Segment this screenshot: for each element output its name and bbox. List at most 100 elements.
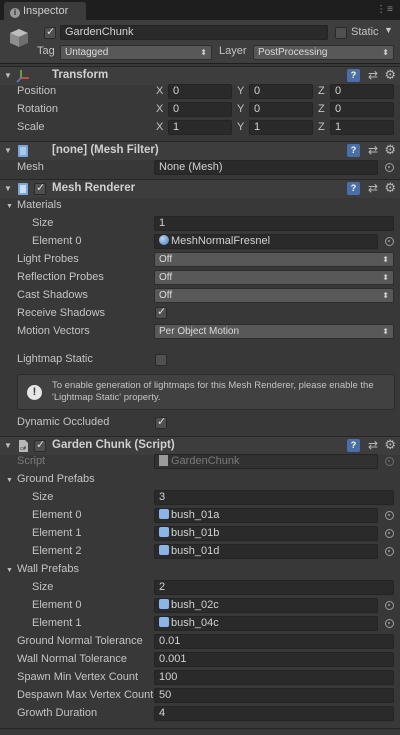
cast-shadows-dropdown[interactable]: Off ⬍ [154,288,394,303]
help-icon[interactable]: ? [347,182,360,195]
garden-chunk-header[interactable]: ▼ c# Garden Chunk (Script) ? ⇄ ⚙ [0,436,400,455]
axis-y-label: Y [237,121,245,133]
light-probes-dropdown[interactable]: Off ⬍ [154,252,394,267]
fold-arrow-icon[interactable]: ▼ [4,71,12,80]
object-picker-icon[interactable] [385,237,394,246]
ground-element-value: bush_01b [171,527,220,539]
preset-icon[interactable]: ⇄ [368,143,378,157]
materials-label[interactable]: Materials [17,199,62,211]
object-picker-icon[interactable] [385,619,394,628]
gear-icon[interactable]: ⚙ [384,180,396,196]
ground-element-field[interactable]: bush_01b [154,526,378,541]
gear-icon[interactable]: ⚙ [384,437,396,453]
ground-size-field[interactable]: 3 [154,490,394,505]
mesh-renderer-enabled-checkbox[interactable] [34,181,46,195]
tab-menu-icon[interactable]: ⋮≡ [376,4,394,15]
object-header: GardenChunk Static ▼ Tag Untagged ⬍ Layer… [0,20,400,64]
transform-header[interactable]: ▼ Transform ? ⇄ ⚙ [0,66,400,85]
mesh-filter-header[interactable]: ▼ [none] (Mesh Filter) ? ⇄ ⚙ [0,141,400,160]
ground-element-field[interactable]: bush_01a [154,508,378,523]
help-icon[interactable]: ? [347,144,360,157]
rotation-z-field[interactable]: 0 [330,102,394,117]
preset-icon[interactable]: ⇄ [368,68,378,82]
gear-icon[interactable]: ⚙ [384,67,396,83]
active-checkbox[interactable] [44,25,56,39]
growth-duration-field[interactable]: 4 [154,706,394,721]
materials-fold-arrow-icon[interactable]: ▼ [6,203,13,210]
ground-prefabs-fold-arrow-icon[interactable]: ▼ [6,477,13,484]
mesh-renderer-title: Mesh Renderer [52,182,136,194]
motion-vectors-dropdown[interactable]: Per Object Motion ⬍ [154,324,394,339]
rotation-y-field[interactable]: 0 [249,102,313,117]
light-probes-value: Off [159,254,173,265]
static-label[interactable]: Static [351,26,379,38]
rotation-label: Rotation [17,103,58,115]
ground-element-field[interactable]: bush_01d [154,544,378,559]
ground-size-label: Size [32,491,54,503]
static-checkbox[interactable] [335,27,347,39]
dropdown-arrow-icon: ⬍ [382,255,389,264]
object-picker-icon[interactable] [385,529,394,538]
tag-dropdown[interactable]: Untagged ⬍ [60,45,212,60]
axis-x-label: X [156,103,164,115]
wall-element-field[interactable]: bush_02c [154,598,378,613]
light-probes-label: Light Probes [17,253,79,265]
wall-prefabs-fold-arrow-icon[interactable]: ▼ [6,567,13,574]
ground-prefabs-label[interactable]: Ground Prefabs [17,473,95,485]
wall-size-field[interactable]: 2 [154,580,394,595]
ground-element-value: bush_01a [171,509,220,521]
object-picker-icon[interactable] [385,511,394,520]
preset-icon[interactable]: ⇄ [368,181,378,195]
scale-z-field[interactable]: 1 [330,120,394,135]
materials-size-field[interactable]: 1 [154,216,394,231]
position-z-field[interactable]: 0 [330,84,394,99]
preset-icon[interactable]: ⇄ [368,438,378,452]
tab-inspector[interactable]: i Inspector [4,2,86,20]
position-x-field[interactable]: 0 [168,84,232,99]
ground-normal-tolerance-field[interactable]: 0.01 [154,634,394,649]
object-picker-icon[interactable] [385,163,394,172]
help-icon[interactable]: ? [347,69,360,82]
scale-y-field[interactable]: 1 [249,120,313,135]
script-label: Script [17,455,46,467]
wall-element-label: Element 0 [32,599,82,611]
fold-arrow-icon[interactable]: ▼ [4,184,12,193]
lightmap-static-checkbox[interactable] [155,354,167,366]
object-name-field[interactable]: GardenChunk [60,25,328,40]
mesh-renderer-header[interactable]: ▼ Mesh Renderer ? ⇄ ⚙ [0,179,400,198]
fold-arrow-icon[interactable]: ▼ [4,441,12,450]
gear-icon[interactable]: ⚙ [384,142,396,158]
axis-z-label: Z [318,121,325,133]
dynamic-occluded-checkbox[interactable] [155,415,167,429]
help-icon[interactable]: ? [347,439,360,452]
garden-chunk-enabled-checkbox[interactable] [34,438,46,452]
object-picker-icon[interactable] [385,547,394,556]
position-y-field[interactable]: 0 [249,84,313,99]
fold-arrow-icon[interactable]: ▼ [4,146,12,155]
mesh-field[interactable]: None (Mesh) [154,160,378,175]
material-sphere-icon [159,235,169,245]
ground-element-value: bush_01d [171,545,220,557]
rotation-x-field[interactable]: 0 [168,102,232,117]
spawn-min-vertex-count-field[interactable]: 100 [154,670,394,685]
wall-normal-tolerance-label: Wall Normal Tolerance [17,653,128,665]
layer-value: PostProcessing [258,47,328,58]
position-label: Position [17,85,57,97]
wall-normal-tolerance-field[interactable]: 0.001 [154,652,394,667]
receive-shadows-checkbox[interactable] [155,305,167,319]
scale-x-field[interactable]: 1 [168,120,232,135]
layer-dropdown[interactable]: PostProcessing ⬍ [253,45,394,60]
script-field: GardenChunk [154,454,378,469]
material-element0-field[interactable]: MeshNormalFresnel [154,234,378,249]
despawn-max-vertex-count-field[interactable]: 50 [154,688,394,703]
dropdown-arrow-icon: ⬍ [382,291,389,300]
wall-element-field[interactable]: bush_04c [154,616,378,631]
wall-element-value: bush_04c [171,617,219,629]
transform-axes-icon [16,70,29,83]
object-picker-icon [385,457,394,466]
wall-size-label: Size [32,581,54,593]
static-dropdown-arrow-icon[interactable]: ▼ [384,25,393,35]
object-picker-icon[interactable] [385,601,394,610]
wall-prefabs-label[interactable]: Wall Prefabs [17,563,79,575]
reflection-probes-dropdown[interactable]: Off ⬍ [154,270,394,285]
